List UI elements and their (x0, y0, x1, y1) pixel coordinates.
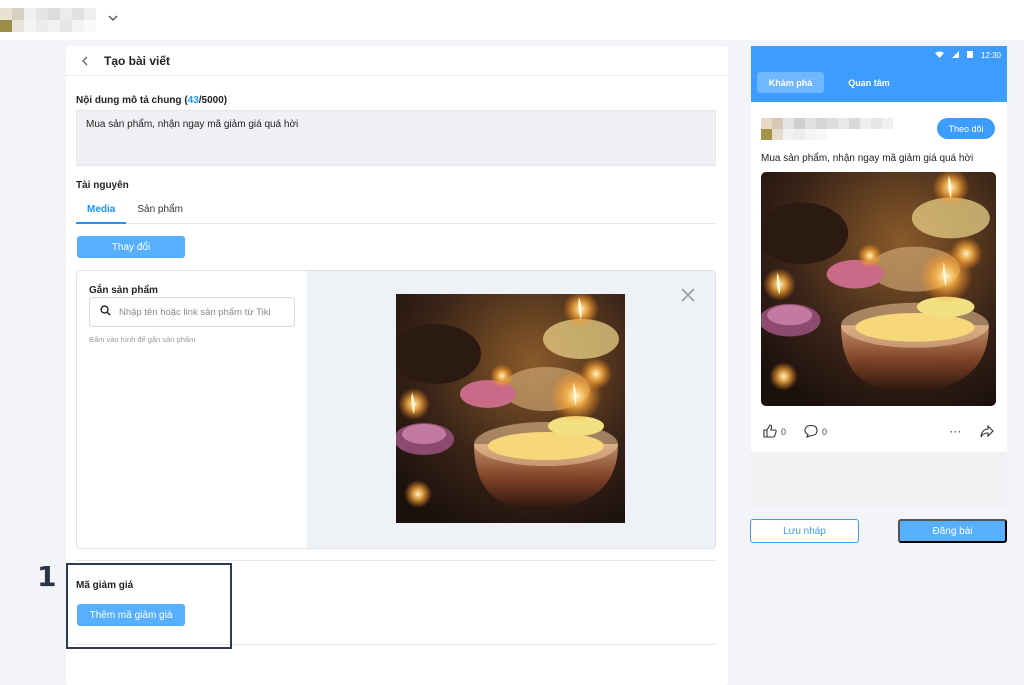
more-icon[interactable]: ··· (950, 427, 962, 437)
status-bar: 12:30 (934, 50, 1001, 60)
preview-actions: 0 0 ··· (761, 420, 996, 444)
wifi-icon (934, 51, 944, 60)
tab-media[interactable]: Media (76, 198, 127, 224)
preview-header: 12:30 Khám phá Quan tâm (751, 46, 1007, 102)
card-header: Tạo bài viết (66, 46, 728, 76)
chevron-down-icon[interactable] (108, 11, 118, 26)
mobile-preview: 12:30 Khám phá Quan tâm Theo dõi Mua sản… (751, 46, 1007, 506)
preview-footer-area (751, 452, 1007, 506)
back-arrow-icon[interactable] (80, 53, 104, 69)
signal-icon (951, 50, 959, 60)
description-label: Nội dung mô tả chung (43/5000) (76, 95, 228, 106)
section-divider (76, 560, 716, 561)
preview-tab-explore[interactable]: Khám phá (757, 72, 824, 93)
preview-tab-following[interactable]: Quan tâm (837, 72, 901, 93)
attach-product-panel: Gắn sản phẩm Nhập tên hoặc link sản phẩm… (77, 271, 307, 548)
attach-product-label: Gắn sản phẩm (89, 285, 158, 296)
status-time: 12:30 (980, 50, 1001, 60)
page-title: Tạo bài viết (104, 53, 171, 68)
preview-candle-photo (761, 172, 996, 406)
preview-post-text: Mua sản phẩm, nhận ngay mã giảm giá quá … (761, 153, 974, 164)
change-media-button[interactable]: Thay đổi (77, 236, 185, 258)
attach-hint: Bấm vào hình để gắn sản phẩm (89, 335, 196, 344)
comment-count: 0 (822, 427, 828, 437)
top-bar (0, 0, 1024, 40)
resource-tabs: Media Sản phẩm (76, 198, 716, 224)
product-search-input[interactable]: Nhập tên hoặc link sản phẩm từ Tiki (89, 297, 295, 327)
close-icon[interactable] (681, 285, 695, 305)
search-icon (100, 305, 111, 319)
resources-label: Tài nguyên (76, 180, 129, 191)
battery-icon (966, 50, 973, 60)
step-number: 1 (37, 560, 57, 593)
preview-author-avatar (761, 118, 893, 140)
highlight-box (66, 563, 232, 649)
search-placeholder: Nhập tên hoặc link sản phẩm từ Tiki (119, 306, 271, 318)
char-count: 43 (187, 95, 199, 106)
tab-products[interactable]: Sản phẩm (126, 198, 194, 224)
save-draft-button[interactable]: Lưu nháp (750, 519, 859, 543)
media-preview-area (307, 271, 715, 548)
candle-photo[interactable] (396, 294, 625, 523)
media-panel: Gắn sản phẩm Nhập tên hoặc link sản phẩm… (76, 270, 716, 549)
like-icon[interactable] (763, 424, 777, 440)
description-textarea[interactable]: Mua sản phẩm, nhận ngay mã giảm giá quá … (76, 110, 716, 166)
follow-button[interactable]: Theo dõi (937, 118, 995, 139)
account-avatar[interactable] (0, 8, 100, 32)
comment-icon[interactable] (804, 424, 818, 440)
like-count: 0 (781, 427, 787, 437)
share-icon[interactable] (980, 424, 994, 440)
publish-button[interactable]: Đăng bài (898, 519, 1007, 543)
